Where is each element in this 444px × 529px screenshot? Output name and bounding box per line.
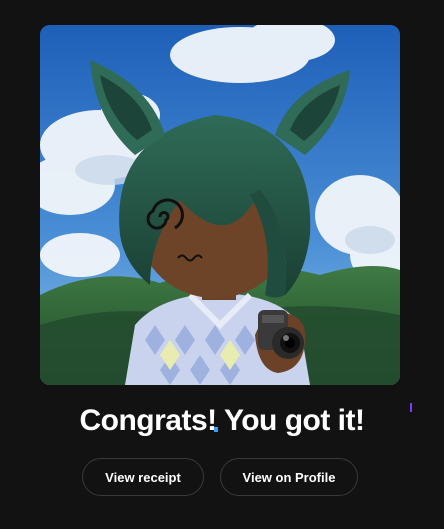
- action-buttons: View receipt View on Profile: [0, 458, 444, 498]
- nft-avatar-image: [40, 25, 400, 385]
- view-receipt-button[interactable]: View receipt: [82, 458, 204, 496]
- text-cursor-marker: [214, 427, 218, 432]
- success-title: Congrats! You got it!: [79, 404, 365, 437]
- view-on-profile-button[interactable]: View on Profile: [220, 458, 358, 496]
- scrollbar-indicator: [410, 403, 412, 412]
- purchase-success-screen: Congrats! You got it! View receipt View …: [0, 0, 444, 529]
